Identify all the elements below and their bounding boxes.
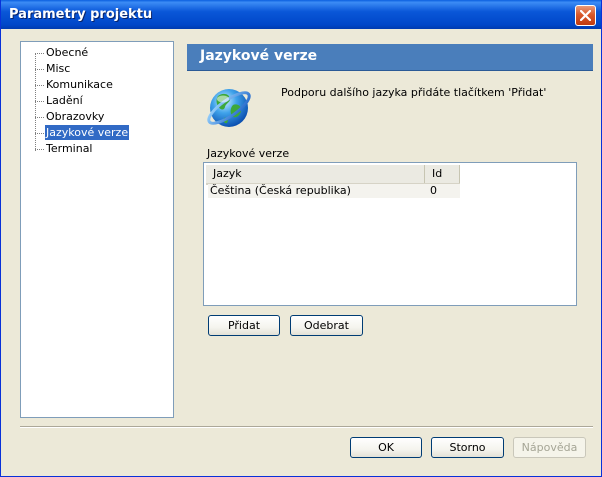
- close-button[interactable]: [575, 5, 596, 26]
- tree-item-label: Obrazovky: [46, 110, 105, 123]
- tree-item-label: Komunikace: [46, 78, 113, 91]
- language-list[interactable]: Jazyk Id Čeština (Česká republika) 0: [203, 162, 577, 306]
- window-title: Parametry projektu: [9, 7, 153, 22]
- language-list-label: Jazykové verze: [207, 147, 290, 160]
- tree-connector: [35, 53, 36, 151]
- globe-icon: [207, 89, 251, 127]
- column-header-id[interactable]: Id: [425, 165, 460, 183]
- panel-header: Jazykové verze: [187, 44, 593, 71]
- dialog-window: Parametry projektu Obecné Misc Komunikac…: [0, 0, 602, 477]
- hint-text: Podporu dalšího jazyka přidáte tlačítkem…: [281, 86, 547, 99]
- tree-item-label: Jazykové verze: [45, 125, 130, 140]
- language-cell: Čeština (Česká republika): [210, 184, 351, 197]
- id-cell: 0: [430, 184, 437, 197]
- cancel-button[interactable]: Storno: [431, 437, 504, 458]
- add-button[interactable]: Přidat: [208, 315, 280, 336]
- panel-title: Jazykové verze: [200, 48, 318, 64]
- list-header: Jazyk Id: [206, 165, 460, 185]
- tree-item-label: Misc: [46, 62, 71, 75]
- title-bar[interactable]: Parametry projektu: [1, 0, 601, 29]
- tree-item-label: Ladění: [46, 94, 83, 107]
- footer-separator: [20, 426, 593, 428]
- column-header-language[interactable]: Jazyk: [206, 165, 425, 183]
- list-row[interactable]: Čeština (Česká republika) 0: [208, 184, 460, 198]
- tree-item-label: Terminal: [46, 142, 93, 155]
- help-button[interactable]: Nápověda: [513, 437, 586, 458]
- tree-item-label: Obecné: [46, 46, 89, 59]
- remove-button[interactable]: Odebrat: [290, 315, 363, 336]
- close-icon: [580, 10, 591, 21]
- settings-tree[interactable]: Obecné Misc Komunikace Ladění Obrazovky …: [20, 41, 174, 418]
- ok-button[interactable]: OK: [350, 437, 422, 458]
